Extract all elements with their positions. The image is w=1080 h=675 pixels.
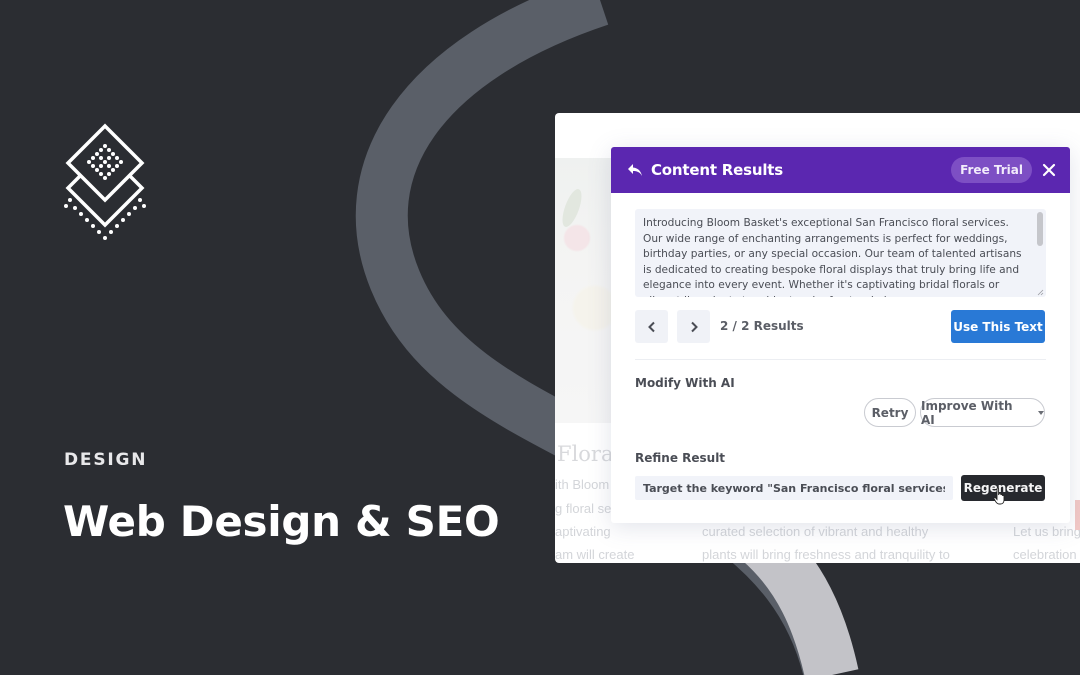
background-text-line: Let us bring: [1013, 524, 1080, 539]
results-counter: 2 / 2 Results: [720, 319, 804, 333]
generated-content-text: Introducing Bloom Basket's exceptional S…: [643, 217, 1022, 297]
improve-with-ai-dropdown[interactable]: Improve With AI: [920, 398, 1045, 427]
background-text-line: curated selection of vibrant and healthy: [702, 524, 929, 539]
back-arrow-icon[interactable]: [627, 163, 643, 177]
background-text-line: ith Bloom: [555, 477, 610, 492]
article-title: Web Design & SEO: [63, 497, 500, 546]
free-trial-button[interactable]: Free Trial: [951, 157, 1032, 183]
close-icon[interactable]: [1042, 163, 1056, 177]
content-results-modal: Content Results Free Trial Introducing B…: [611, 147, 1070, 523]
section-divider: [635, 359, 1046, 360]
improve-label: Improve With AI: [921, 398, 1013, 427]
background-accent: [1075, 500, 1080, 530]
category-label: DESIGN: [64, 450, 148, 470]
background-text-line: aptivating: [555, 524, 611, 539]
hand-cursor-icon: [993, 487, 1005, 505]
use-this-text-button[interactable]: Use This Text: [951, 310, 1045, 343]
chevron-left-icon: [647, 321, 655, 332]
retry-label: Retry: [871, 405, 909, 420]
modify-with-ai-label: Modify With AI: [635, 376, 735, 390]
modal-header: Content Results Free Trial: [611, 147, 1070, 193]
background-text-line: celebration: [1013, 547, 1077, 562]
refine-input[interactable]: [635, 476, 953, 500]
layers-logo-icon: [64, 123, 146, 240]
textarea-scrollbar[interactable]: [1037, 212, 1043, 246]
previous-result-button[interactable]: [635, 310, 668, 343]
background-text-line: g floral ser: [555, 501, 616, 516]
background-text-line: plants will bring freshness and tranquil…: [702, 547, 950, 562]
chevron-right-icon: [690, 321, 698, 332]
modal-title: Content Results: [651, 161, 783, 179]
floral-image: [555, 158, 617, 423]
caret-down-icon: [1038, 410, 1044, 415]
refine-result-label: Refine Result: [635, 451, 726, 465]
content-textarea[interactable]: Introducing Bloom Basket's exceptional S…: [635, 209, 1046, 297]
retry-button[interactable]: Retry: [864, 398, 916, 427]
background-text-line: am will create: [555, 547, 635, 562]
next-result-button[interactable]: [677, 310, 710, 343]
resize-handle-icon[interactable]: [1037, 289, 1044, 296]
